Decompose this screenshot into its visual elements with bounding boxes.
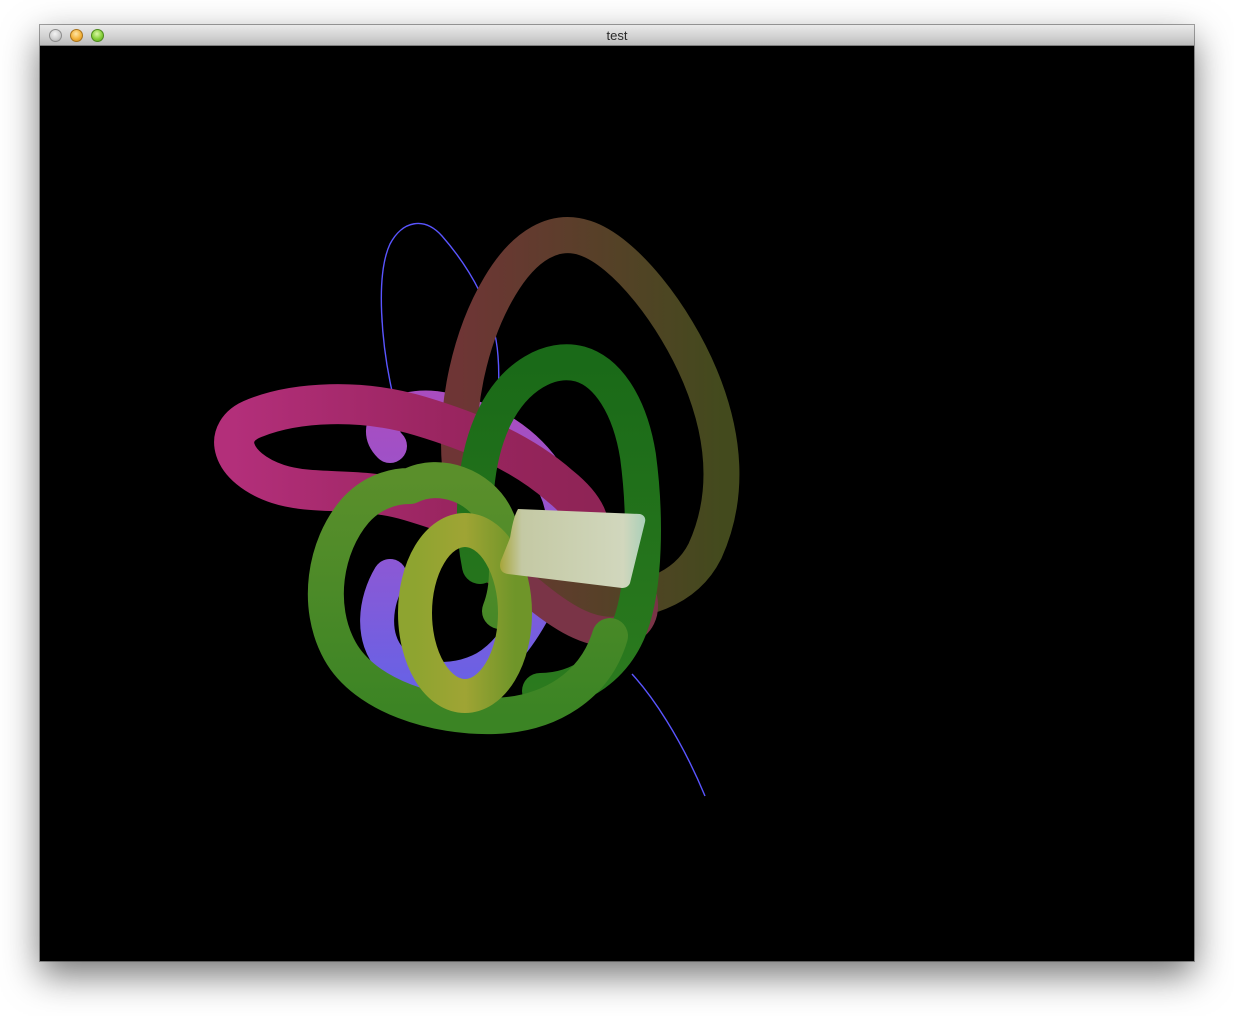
3d-knot-scene xyxy=(214,217,740,797)
thin-blue-curve-lower xyxy=(631,673,706,797)
title-bar[interactable]: test xyxy=(40,25,1194,46)
app-window: test xyxy=(40,25,1194,961)
window-title: test xyxy=(606,28,628,43)
opengl-viewport[interactable] xyxy=(40,46,1194,961)
